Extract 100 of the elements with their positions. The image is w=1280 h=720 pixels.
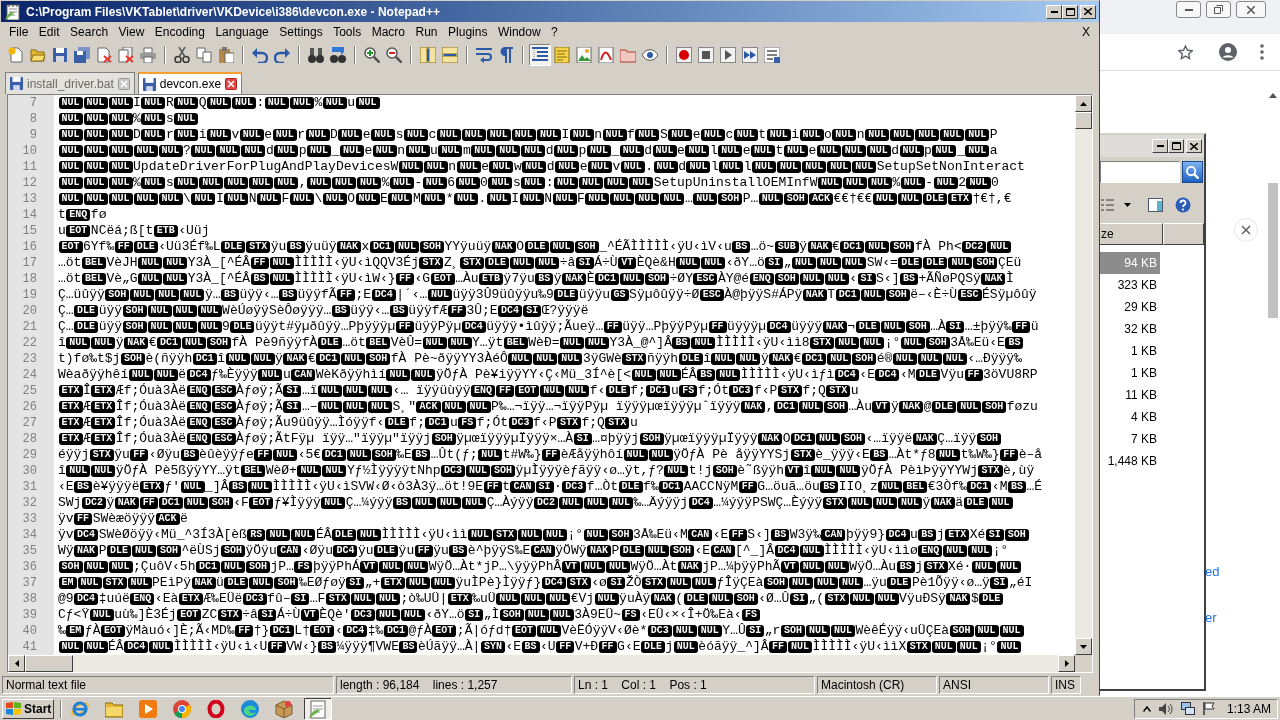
menu-item[interactable]: Encoding — [149, 23, 210, 41]
document-curve-icon[interactable] — [598, 47, 614, 63]
media-player-icon[interactable] — [139, 699, 157, 718]
ring-logo-icon[interactable] — [207, 699, 225, 718]
scroll-up-button[interactable] — [1075, 95, 1092, 112]
preview-pane-icon[interactable] — [1148, 198, 1163, 212]
menu-item[interactable]: Edit — [33, 23, 65, 41]
play-icon[interactable] — [720, 47, 736, 63]
printer-icon[interactable] — [140, 47, 156, 63]
menu-item[interactable]: File — [4, 23, 34, 41]
help-icon[interactable] — [1175, 197, 1191, 213]
close-file-icon[interactable] — [96, 47, 112, 63]
scissors-icon[interactable] — [174, 47, 190, 63]
folder-icon[interactable] — [620, 47, 636, 63]
binary-text: ÿ — [106, 494, 115, 513]
zoom-in-icon[interactable] — [364, 47, 380, 63]
horizontal-sync-icon[interactable] — [442, 47, 458, 63]
search-button[interactable] — [1182, 161, 1203, 183]
browser-e-icon[interactable] — [71, 699, 89, 718]
close-all-icon[interactable] — [118, 47, 134, 63]
clock[interactable]: 1:13 AM — [1226, 699, 1271, 718]
file-size[interactable]: 4 KB — [1100, 406, 1160, 428]
indent-guide-icon[interactable] — [529, 44, 551, 66]
menu-item[interactable]: Settings — [274, 23, 328, 41]
close-document-button[interactable]: X — [1082, 23, 1090, 41]
document-tab[interactable]: devcon.exe — [137, 72, 243, 94]
package-icon[interactable] — [275, 699, 293, 718]
caret-icon[interactable] — [1124, 203, 1131, 207]
control-char-badge: STX — [826, 385, 851, 397]
horizontal-scrollbar[interactable] — [8, 655, 1075, 672]
fast-forward-icon[interactable] — [742, 47, 758, 63]
image-document-icon[interactable] — [576, 47, 592, 63]
binary-text: î — [703, 350, 711, 369]
menu-item[interactable]: Window — [492, 23, 546, 41]
file-size[interactable]: 1 KB — [1100, 340, 1160, 362]
zoom-out-icon[interactable] — [386, 47, 402, 63]
scroll-left-button[interactable] — [8, 655, 25, 672]
menu-dots-icon[interactable] — [1260, 44, 1264, 60]
floppy-disks-icon[interactable] — [74, 47, 90, 63]
file-size[interactable]: 1 KB — [1100, 362, 1160, 384]
menu-item[interactable]: ? — [546, 23, 563, 41]
chevron-up-icon[interactable] — [1142, 705, 1151, 712]
column-header[interactable]: ze — [1100, 223, 1163, 245]
link[interactable]: er — [1205, 607, 1217, 627]
link[interactable]: ed — [1205, 562, 1220, 582]
menu-item[interactable]: Macro — [366, 23, 410, 41]
redo-arrow-icon[interactable] — [274, 47, 290, 63]
circle-logo-icon[interactable] — [173, 699, 191, 718]
restore-button[interactable] — [1206, 1, 1231, 18]
star-icon[interactable] — [1178, 44, 1193, 60]
close-icon[interactable] — [225, 78, 238, 90]
maximize-button[interactable] — [1168, 139, 1184, 153]
menu-item[interactable]: Language — [210, 23, 274, 41]
close-icon[interactable] — [117, 77, 130, 90]
file-size[interactable]: 7 KB — [1100, 428, 1160, 450]
scroll-right-button[interactable] — [1058, 655, 1075, 672]
pilcrow-icon[interactable] — [498, 47, 514, 63]
file-size[interactable]: 11 KB — [1100, 384, 1160, 406]
text-editor[interactable] — [7, 94, 1093, 673]
open-folder-icon[interactable] — [30, 47, 46, 63]
menu-item[interactable]: Search — [65, 23, 114, 41]
search-field[interactable] — [1100, 161, 1180, 183]
scroll-thumb[interactable] — [25, 655, 73, 672]
notepad-icon[interactable] — [304, 697, 332, 720]
scroll-thumb[interactable] — [1075, 112, 1092, 129]
line-number: 29 — [22, 447, 37, 463]
scroll-down-button[interactable] — [1075, 638, 1092, 655]
flag-icon[interactable] — [1202, 702, 1215, 715]
start-button[interactable]: Start — [2, 698, 54, 719]
maximize-button[interactable] — [1062, 4, 1078, 19]
word-wrap-icon[interactable] — [476, 47, 492, 63]
replace-icon[interactable] — [330, 47, 346, 63]
clipboard-icon[interactable] — [218, 47, 234, 63]
file-size[interactable]: 1,448 KB — [1100, 450, 1160, 472]
avatar-icon[interactable] — [1219, 43, 1237, 61]
record-icon[interactable] — [676, 47, 692, 63]
menu-item[interactable]: Run — [410, 23, 443, 41]
scroll-thumb[interactable] — [1268, 183, 1278, 318]
file-size[interactable]: 323 KB — [1100, 274, 1160, 296]
vertical-sync-icon[interactable] — [420, 47, 436, 63]
copy-icon[interactable] — [196, 47, 212, 63]
eye-icon[interactable] — [642, 47, 658, 63]
macro-list-icon[interactable] — [764, 47, 780, 63]
menu-item[interactable]: Plugins — [443, 23, 493, 41]
file-size[interactable]: 29 KB — [1100, 296, 1160, 318]
menu-item[interactable]: View — [113, 23, 150, 41]
document-tab[interactable]: install_driver.bat — [5, 72, 135, 94]
network-icon[interactable] — [1180, 702, 1195, 715]
speaker-icon[interactable] — [1158, 702, 1173, 715]
file-size[interactable]: 32 KB — [1100, 318, 1160, 340]
menu-item[interactable]: Tools — [328, 23, 367, 41]
new-file-icon[interactable] — [8, 47, 24, 63]
binary-text: 0 — [480, 174, 488, 193]
binoculars-icon[interactable] — [308, 47, 324, 63]
undo-arrow-icon[interactable] — [252, 47, 268, 63]
close-button[interactable] — [1236, 1, 1266, 18]
stop-icon[interactable] — [698, 47, 714, 63]
vertical-scrollbar[interactable] — [1075, 95, 1092, 655]
minimize-button[interactable] — [1176, 1, 1201, 18]
binary-text: ‹M — [991, 478, 1008, 497]
